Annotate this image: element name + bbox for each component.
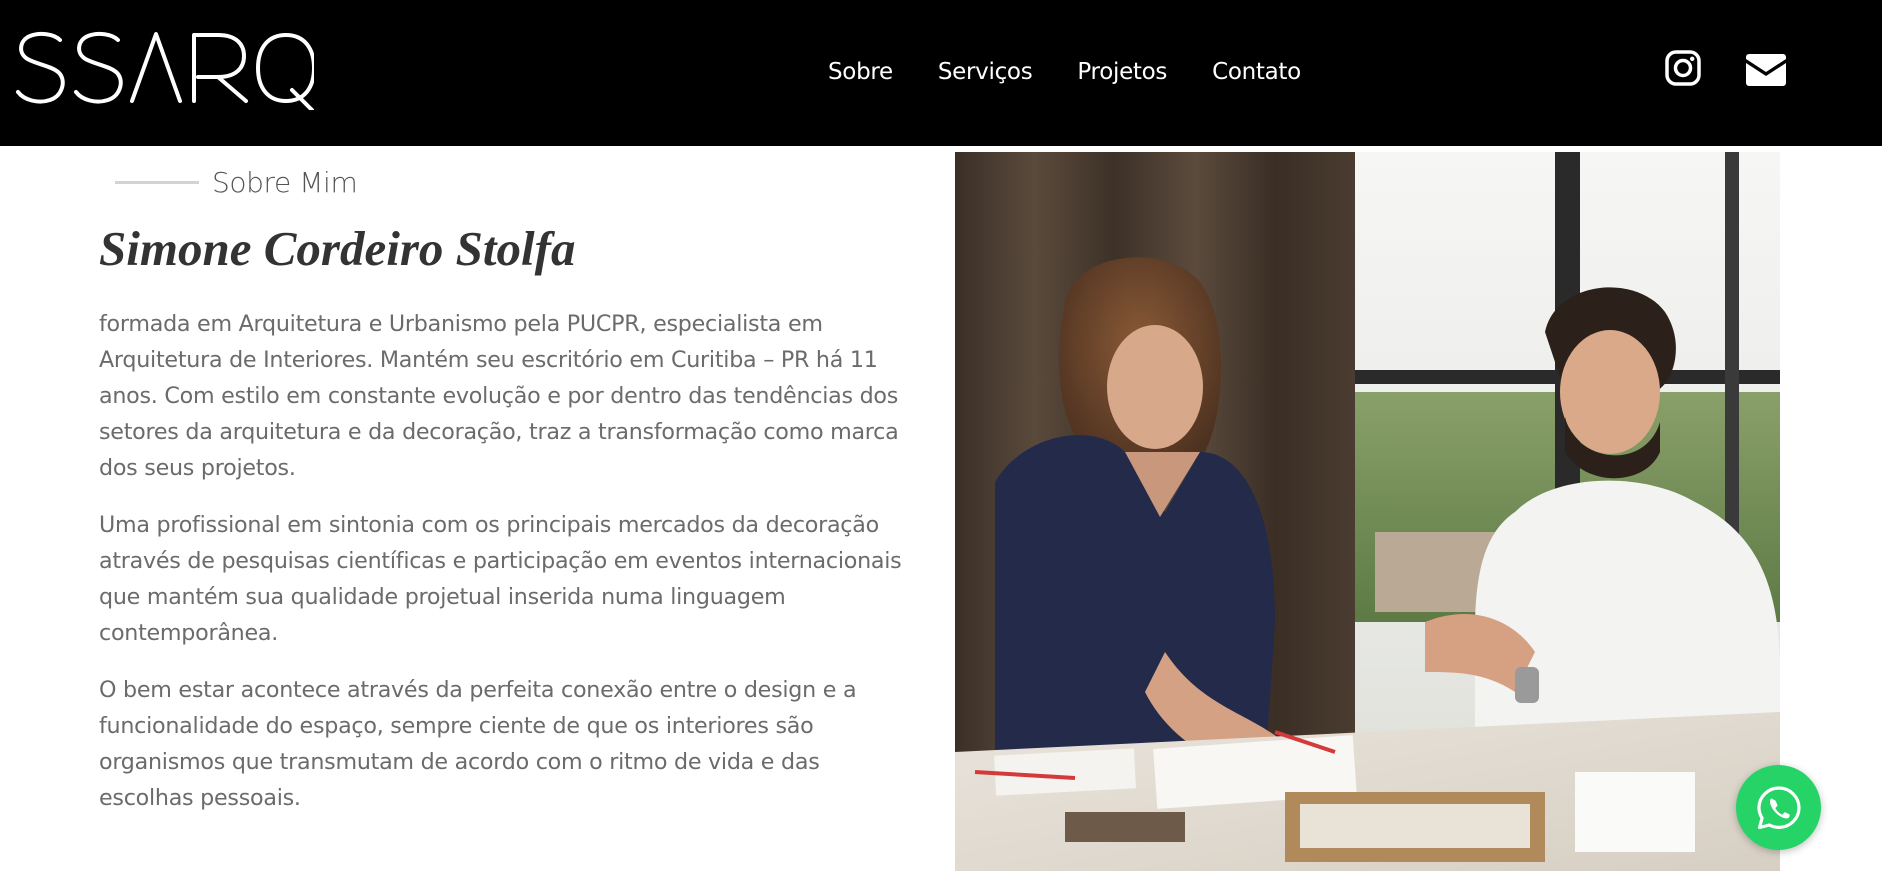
bio-text: formada em Arquitetura e Urbanismo pela … bbox=[99, 306, 919, 837]
logo[interactable] bbox=[14, 30, 314, 110]
envelope-icon[interactable] bbox=[1746, 54, 1786, 86]
whatsapp-button[interactable] bbox=[1736, 765, 1821, 850]
nav-sobre[interactable]: Sobre bbox=[828, 56, 893, 88]
instagram-icon[interactable] bbox=[1665, 50, 1701, 86]
site-header: Sobre Serviços Projetos Contato bbox=[0, 0, 1882, 146]
nav-contato[interactable]: Contato bbox=[1212, 56, 1301, 88]
about-section: Sobre Mim Simone Cordeiro Stolfa formada… bbox=[0, 146, 1882, 871]
profile-photo bbox=[955, 152, 1780, 871]
bio-paragraph-3: O bem estar acontece através da perfeita… bbox=[99, 677, 857, 811]
eyebrow-label: Sobre Mim bbox=[212, 166, 358, 199]
person-name: Simone Cordeiro Stolfa bbox=[99, 221, 576, 276]
main-nav: Sobre Serviços Projetos Contato bbox=[828, 56, 1346, 88]
whatsapp-icon bbox=[1756, 785, 1801, 829]
nav-projetos[interactable]: Projetos bbox=[1077, 56, 1167, 88]
eyebrow-divider bbox=[115, 181, 199, 184]
bio-paragraph-2: Uma profissional em sintonia com os prin… bbox=[99, 512, 902, 646]
bio-paragraph-1: formada em Arquitetura e Urbanismo pela … bbox=[99, 311, 899, 481]
nav-servicos[interactable]: Serviços bbox=[938, 56, 1033, 88]
section-eyebrow: Sobre Mim bbox=[115, 166, 358, 199]
